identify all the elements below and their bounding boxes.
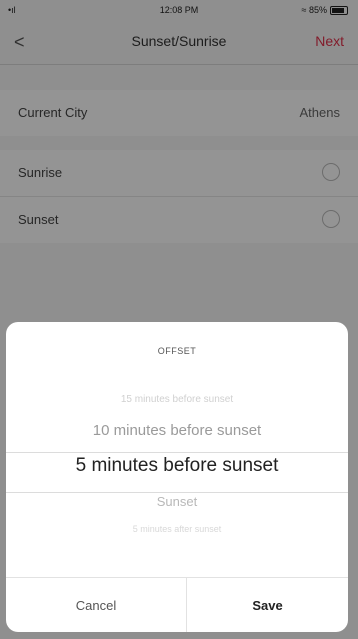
- picker-option[interactable]: Sunset: [6, 494, 348, 509]
- picker-option-selected[interactable]: 5 minutes before sunset: [6, 455, 348, 477]
- selection-divider-top: [6, 452, 348, 453]
- sheet-actions: Cancel Save: [6, 577, 348, 632]
- selection-divider-bottom: [6, 492, 348, 493]
- offset-picker[interactable]: 15 minutes before sunset 10 minutes befo…: [6, 382, 348, 582]
- picker-option[interactable]: 10 minutes before sunset: [6, 422, 348, 439]
- picker-option[interactable]: 15 minutes before sunset: [6, 394, 348, 405]
- sheet-title: OFFSET: [157, 346, 197, 356]
- cancel-button[interactable]: Cancel: [6, 578, 186, 632]
- picker-option[interactable]: 5 minutes after sunset: [6, 524, 348, 534]
- save-button[interactable]: Save: [187, 578, 348, 632]
- offset-picker-sheet: OFFSET 15 minutes before sunset 10 minut…: [6, 322, 348, 632]
